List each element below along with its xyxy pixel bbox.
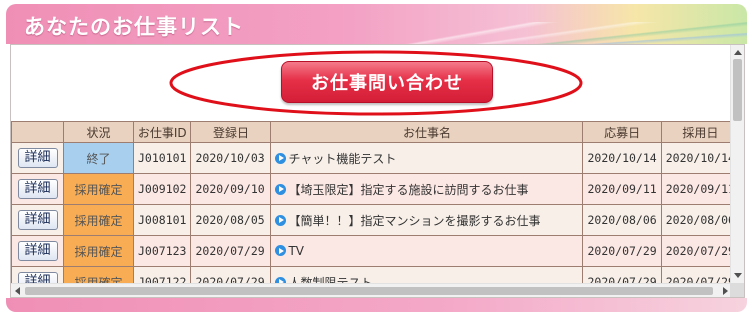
play-icon: [275, 214, 287, 226]
job-id-cell: J007123: [132, 235, 192, 267]
hired-date-cell: 2020/10/14: [660, 142, 740, 174]
job-id-cell: J010101: [132, 142, 192, 174]
job-name-link[interactable]: 【埼玉限定】指定する施設に訪問するお仕事: [288, 183, 528, 197]
applied-date-cell: 2020/10/14: [582, 142, 662, 174]
job-table: 状況 お仕事ID 登録日 お仕事名 応募日 採用日 詳細 終了 J010101 …: [11, 121, 740, 297]
applied-date-cell: 2020/07/29: [582, 235, 662, 267]
scroll-down-icon[interactable]: [734, 273, 742, 278]
table-header-row: 状況 お仕事ID 登録日 お仕事名 応募日 採用日: [11, 121, 740, 143]
hired-date-cell: 2020/09/11: [660, 173, 740, 205]
status-badge: 終了: [63, 142, 134, 174]
column-header-job-id: お仕事ID: [132, 121, 192, 143]
job-list-panel: お仕事問い合わせ 状況 お仕事ID 登録日 お仕事名 応募日 採用日 詳細 終了…: [10, 44, 745, 298]
play-icon: [275, 245, 287, 256]
registered-date-cell: 2020/09/10: [190, 173, 272, 205]
page-title: あなたのお仕事リスト: [24, 15, 244, 39]
scroll-left-icon[interactable]: [15, 287, 20, 295]
job-id-cell: J009102: [132, 173, 192, 205]
page-header-banner: あなたのお仕事リスト: [6, 4, 747, 44]
scroll-up-icon[interactable]: [734, 50, 742, 55]
job-name-cell: 【簡単！！】指定マンションを撮影するお仕事: [270, 204, 584, 236]
column-header-applied: 応募日: [582, 121, 662, 143]
job-inquiry-button[interactable]: お仕事問い合わせ: [281, 61, 493, 103]
vertical-scroll-thumb[interactable]: [733, 59, 742, 121]
detail-button[interactable]: 詳細: [17, 148, 58, 168]
detail-button[interactable]: 詳細: [17, 210, 58, 230]
detail-button[interactable]: 詳細: [17, 179, 58, 199]
registered-date-cell: 2020/10/03: [190, 142, 272, 174]
vertical-scrollbar[interactable]: [730, 45, 744, 283]
hired-date-cell: 2020/08/06: [660, 204, 740, 236]
status-badge: 採用確定: [63, 173, 134, 205]
scrollbar-corner: [730, 283, 744, 297]
status-badge: 採用確定: [63, 235, 134, 267]
job-name-cell: 【埼玉限定】指定する施設に訪問するお仕事: [270, 173, 584, 205]
play-icon: [275, 152, 287, 164]
action-cell: 詳細: [11, 173, 64, 205]
job-id-cell: J008101: [132, 204, 192, 236]
table-row: 詳細 終了 J010101 2020/10/03 チャット機能テスト 2020/…: [11, 142, 740, 174]
job-name-link[interactable]: TV: [288, 244, 304, 258]
column-header-registered: 登録日: [190, 121, 272, 143]
column-header-action: [11, 121, 64, 143]
action-cell: 詳細: [11, 142, 64, 174]
job-name-cell: TV: [270, 235, 584, 267]
applied-date-cell: 2020/09/11: [582, 173, 662, 205]
registered-date-cell: 2020/07/29: [190, 235, 272, 267]
job-name-cell: チャット機能テスト: [270, 142, 584, 174]
column-header-hired: 採用日: [660, 121, 740, 143]
action-cell: 詳細: [11, 235, 64, 267]
table-row: 詳細 採用確定 J009102 2020/09/10 【埼玉限定】指定する施設に…: [11, 173, 740, 205]
scroll-right-icon[interactable]: [723, 287, 728, 295]
table-row: 詳細 採用確定 J007123 2020/07/29 TV 2020/07/29…: [11, 235, 740, 267]
hired-date-cell: 2020/07/29: [660, 235, 740, 267]
table-row: 詳細 採用確定 J008101 2020/08/05 【簡単！！】指定マンション…: [11, 204, 740, 236]
action-cell: 詳細: [11, 204, 64, 236]
column-header-status: 状況: [63, 121, 134, 143]
status-badge: 採用確定: [63, 204, 134, 236]
applied-date-cell: 2020/08/06: [582, 204, 662, 236]
header-decoration: [367, 22, 747, 44]
horizontal-scroll-thumb[interactable]: [25, 287, 713, 295]
column-header-job-name: お仕事名: [270, 121, 584, 143]
job-name-link[interactable]: 【簡単！！】指定マンションを撮影するお仕事: [288, 214, 540, 228]
job-name-link[interactable]: チャット機能テスト: [288, 152, 396, 166]
inquiry-area: お仕事問い合わせ: [11, 45, 732, 121]
panel-footer-band: [6, 298, 747, 312]
registered-date-cell: 2020/08/05: [190, 204, 272, 236]
horizontal-scrollbar[interactable]: [11, 283, 732, 297]
detail-button[interactable]: 詳細: [17, 241, 58, 261]
play-icon: [275, 183, 287, 195]
